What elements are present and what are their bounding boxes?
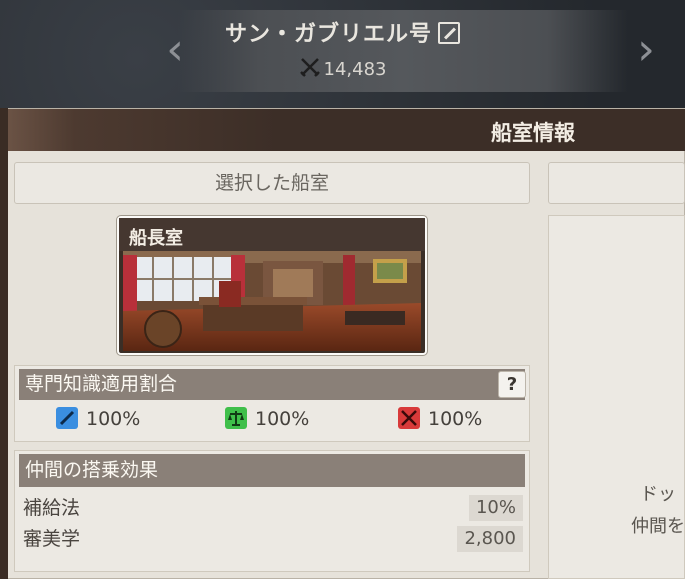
expertise-stat-3: 100% [398,407,482,431]
selected-cabin-label: 選択した船室 [14,162,530,204]
expertise-ratio-title: 専門知識適用割合 [25,373,178,395]
expertise-stat-2: 100% [225,407,309,431]
cabin-name: 船長室 [129,228,183,249]
ship-name-row: サン・ガブリエル号 [0,16,685,48]
cabin-card[interactable]: 船長室 [117,216,427,355]
crossed-swords-icon [398,407,420,429]
crew-effect-value: 2,800 [457,526,523,552]
quill-icon [56,407,78,429]
expertise-stat-1-value: 100% [86,408,141,430]
left-edge-strip [0,108,8,579]
panel-title: 船室情報 [491,121,575,145]
right-text-line-2: 仲間を [631,516,685,537]
crew-boarding-effect-box: 仲間の搭乗効果 補給法 10% 審美学 2,800 [14,450,530,572]
crossed-swords-icon [299,58,320,77]
crew-effect-label: 審美学 [23,528,81,550]
ship-name: サン・ガブリエル号 [224,22,432,47]
crew-effect-row: 補給法 10% [23,494,523,522]
captain-cabin-image [123,251,421,351]
panel-header: 船室情報 [7,109,685,151]
crew-effect-label: 補給法 [23,497,81,519]
expertise-stat-3-value: 100% [428,408,483,430]
expertise-ratio-header: 専門知識適用割合 ? [19,369,526,400]
ship-power-row: 14,483 [0,56,685,80]
scales-icon [225,407,247,429]
ship-power-value: 14,483 [323,59,387,80]
crew-effect-header: 仲間の搭乗効果 [19,454,525,487]
crew-effect-row: 審美学 2,800 [23,525,523,553]
right-text-line-1: ドッ [640,484,676,505]
expertise-ratio-box: 専門知識適用割合 ? 100% 100% 100% [14,365,530,442]
crew-effect-value: 10% [468,495,523,521]
cabin-title-bar: 船長室 [119,218,425,251]
help-button[interactable]: ? [498,371,526,398]
expertise-stat-1: 100% [56,407,140,431]
edit-name-icon[interactable] [438,22,460,44]
expertise-stat-2-value: 100% [255,408,310,430]
right-tab-box[interactable] [548,162,685,204]
